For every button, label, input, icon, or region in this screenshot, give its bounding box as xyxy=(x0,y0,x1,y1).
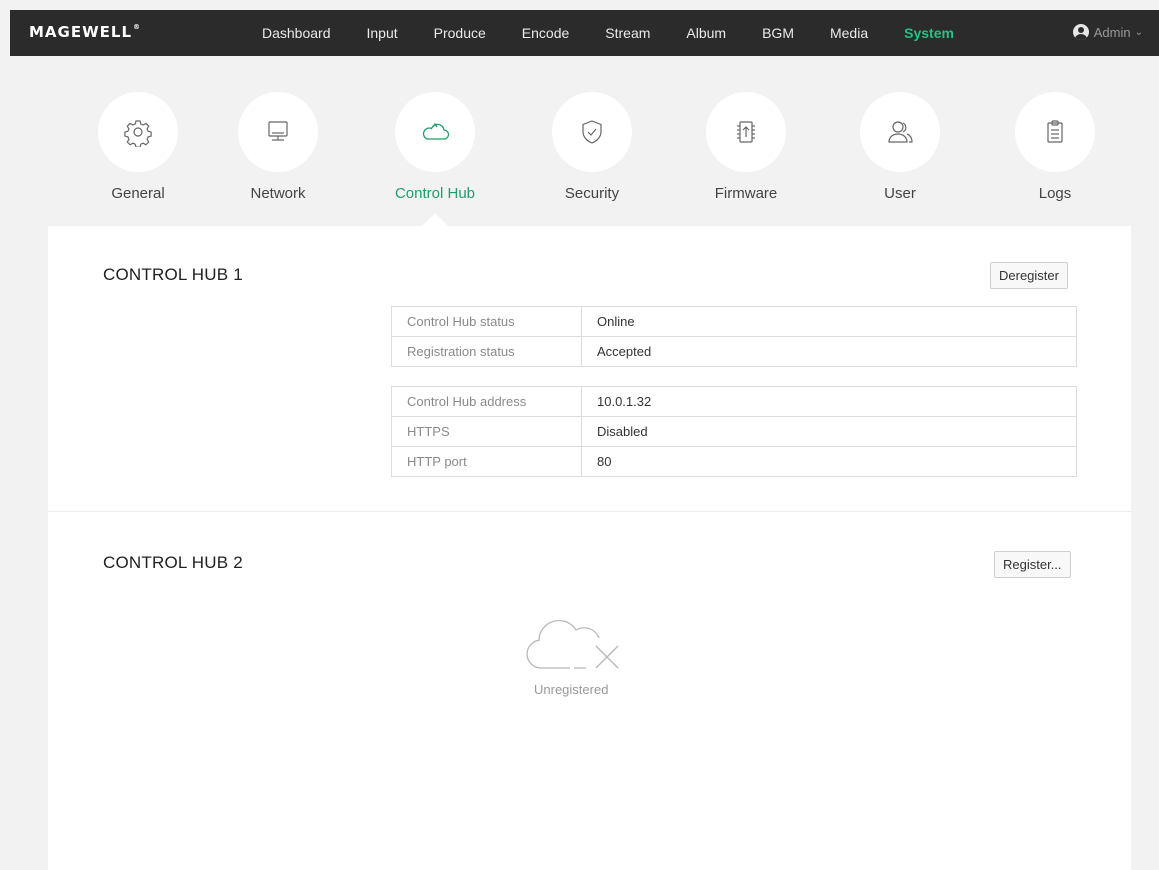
status-value: Online xyxy=(581,306,1077,337)
table-row: HTTP port 80 xyxy=(391,446,1077,477)
nav-album[interactable]: Album xyxy=(686,25,726,41)
nav-stream[interactable]: Stream xyxy=(605,25,650,41)
control-hub-panel: CONTROL HUB 1 Deregister Control Hub sta… xyxy=(48,226,1131,870)
registration-key: Registration status xyxy=(391,336,582,367)
tile-label: Firmware xyxy=(714,185,778,202)
top-navbar: MAGEWELL® Dashboard Input Produce Encode… xyxy=(10,10,1159,56)
tile-label: User xyxy=(884,185,916,202)
https-value: Disabled xyxy=(581,416,1077,447)
tile-firmware[interactable]: Firmware xyxy=(686,92,806,202)
settings-categories: General Network Control Hub Security Fir… xyxy=(48,92,1131,212)
shield-icon xyxy=(552,92,632,172)
hub1-address-table: Control Hub address 10.0.1.32 HTTPS Disa… xyxy=(391,386,1077,477)
tile-security[interactable]: Security xyxy=(532,92,652,202)
tile-general[interactable]: General xyxy=(78,92,198,202)
tile-network[interactable]: Network xyxy=(218,92,338,202)
user-menu[interactable]: Admin ⌄ xyxy=(1072,24,1143,40)
tile-label: General xyxy=(111,185,165,202)
firmware-chip-icon xyxy=(706,92,786,172)
hub1-status-table: Control Hub status Online Registration s… xyxy=(391,306,1077,367)
deregister-button[interactable]: Deregister xyxy=(990,262,1068,289)
active-tab-pointer xyxy=(421,213,449,227)
hub2-title: CONTROL HUB 2 xyxy=(103,553,243,572)
nav-produce[interactable]: Produce xyxy=(434,25,486,41)
table-row: Control Hub status Online xyxy=(391,306,1077,337)
http-port-key: HTTP port xyxy=(391,446,582,477)
table-row: HTTPS Disabled xyxy=(391,416,1077,447)
unregistered-label: Unregistered xyxy=(534,682,609,697)
registration-value: Accepted xyxy=(581,336,1077,367)
tile-user[interactable]: User xyxy=(840,92,960,202)
main-nav: Dashboard Input Produce Encode Stream Al… xyxy=(250,10,954,56)
nav-bgm[interactable]: BGM xyxy=(762,25,794,41)
chevron-down-icon: ⌄ xyxy=(1134,26,1143,38)
hub1-title: CONTROL HUB 1 xyxy=(103,265,243,284)
tile-label: Control Hub xyxy=(394,185,476,202)
avatar-icon xyxy=(1072,24,1089,40)
table-row: Registration status Accepted xyxy=(391,336,1077,367)
nav-dashboard[interactable]: Dashboard xyxy=(262,25,331,41)
address-value: 10.0.1.32 xyxy=(581,386,1077,417)
address-key: Control Hub address xyxy=(391,386,582,417)
https-key: HTTPS xyxy=(391,416,582,447)
status-key: Control Hub status xyxy=(391,306,582,337)
nav-input[interactable]: Input xyxy=(367,25,398,41)
brand-logo[interactable]: MAGEWELL® xyxy=(29,23,141,41)
tile-logs[interactable]: Logs xyxy=(995,92,1115,202)
cloud-unregistered-icon xyxy=(524,610,624,674)
register-button[interactable]: Register... xyxy=(994,551,1071,578)
monitor-icon xyxy=(238,92,318,172)
cloud-icon xyxy=(395,92,475,172)
nav-media[interactable]: Media xyxy=(830,25,868,41)
tile-label: Network xyxy=(250,185,306,202)
nav-system[interactable]: System xyxy=(904,25,954,41)
gear-icon xyxy=(98,92,178,172)
nav-encode[interactable]: Encode xyxy=(522,25,569,41)
user-name: Admin xyxy=(1093,24,1131,40)
tile-label: Logs xyxy=(1038,185,1072,202)
section-divider xyxy=(48,511,1131,512)
http-port-value: 80 xyxy=(581,446,1077,477)
tile-label: Security xyxy=(564,185,620,202)
users-icon xyxy=(860,92,940,172)
clipboard-icon xyxy=(1015,92,1095,172)
tile-control-hub[interactable]: Control Hub xyxy=(375,92,495,202)
table-row: Control Hub address 10.0.1.32 xyxy=(391,386,1077,417)
